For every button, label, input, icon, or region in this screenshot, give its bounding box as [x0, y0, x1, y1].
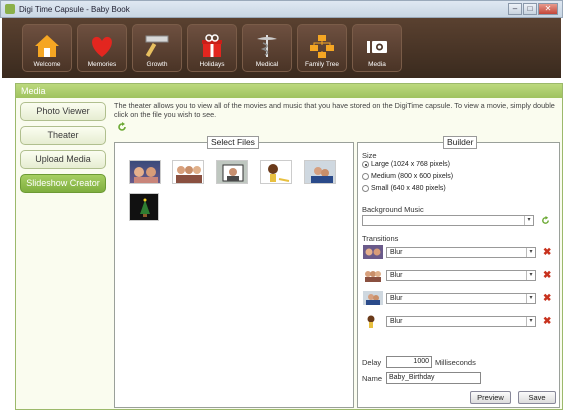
toolbar-label: Holidays [199, 61, 225, 68]
window-titlebar: Digi Time Capsule - Baby Book – □ ✕ [0, 0, 563, 18]
transition-thumbnail [363, 245, 383, 259]
toolbar-label: Growth [146, 61, 168, 68]
caduceus-icon [257, 35, 277, 57]
ruler-icon [145, 35, 169, 58]
sidenav-photo-viewer[interactable]: Photo Viewer [20, 102, 106, 121]
toolbar-welcome[interactable]: Welcome [22, 24, 72, 72]
toolbar-media[interactable]: Media [352, 24, 402, 72]
background-music-select[interactable]: ▾ [362, 215, 534, 226]
app-icon [5, 4, 15, 14]
chevron-down-icon: ▾ [524, 216, 533, 225]
main-toolbar: Welcome Memories Growth Holidays Medical [2, 18, 561, 78]
transition-select[interactable]: Blur ▾ [386, 270, 536, 281]
toolbar-label: Family Tree [305, 61, 339, 68]
media-thumbnail[interactable] [304, 160, 336, 184]
chevron-down-icon: ▾ [526, 271, 535, 280]
delay-label: Delay [362, 358, 382, 367]
transition-thumbnail [363, 314, 383, 328]
transition-thumbnail [363, 291, 383, 305]
delete-icon[interactable]: ✖ [543, 271, 552, 281]
save-button[interactable]: Save [518, 391, 556, 404]
sidenav-theater[interactable]: Theater [20, 126, 106, 145]
radio-dot [362, 185, 369, 192]
refresh-icon[interactable] [541, 216, 550, 225]
preview-button[interactable]: Preview [470, 391, 511, 404]
media-sidenav: Photo Viewer Theater Upload Media Slides… [20, 102, 108, 198]
close-button[interactable]: ✕ [538, 3, 558, 15]
media-thumbnail[interactable] [216, 160, 248, 184]
sidenav-upload-media[interactable]: Upload Media [20, 150, 106, 169]
media-panel: Media Photo Viewer Theater Upload Media … [15, 83, 563, 410]
transition-value: Blur [390, 249, 403, 256]
refresh-icon[interactable] [117, 122, 127, 132]
toolbar-label: Memories [87, 61, 117, 68]
house-icon [35, 35, 59, 57]
toolbar-medical[interactable]: Medical [242, 24, 292, 72]
delete-icon[interactable]: ✖ [543, 317, 552, 327]
toolbar-growth[interactable]: Growth [132, 24, 182, 72]
family-tree-icon [310, 35, 334, 58]
minimize-button[interactable]: – [508, 3, 522, 15]
media-thumbnail[interactable] [129, 193, 159, 221]
transition-select[interactable]: Blur ▾ [386, 293, 536, 304]
toolbar-holidays[interactable]: Holidays [187, 24, 237, 72]
size-label: Size [362, 151, 377, 160]
toolbar-family-tree[interactable]: Family Tree [297, 24, 347, 72]
window-controls: – □ ✕ [508, 3, 558, 15]
transition-value: Blur [390, 295, 403, 302]
transition-select[interactable]: Blur ▾ [386, 247, 536, 258]
delay-input[interactable]: 1000 [386, 356, 432, 368]
toolbar-label: Medical [255, 61, 279, 68]
camera-icon [367, 41, 387, 53]
chevron-down-icon: ▾ [526, 248, 535, 257]
media-thumbnail[interactable] [172, 160, 204, 184]
toolbar-label: Media [368, 61, 386, 68]
toolbar-label: Welcome [33, 61, 61, 68]
radio-dot [362, 173, 369, 180]
maximize-button[interactable]: □ [523, 3, 537, 15]
transition-thumbnail [363, 268, 383, 282]
chevron-down-icon: ▾ [526, 294, 535, 303]
select-files-title: Select Files [207, 136, 259, 149]
radio-label: Medium (800 x 600 pixels) [371, 173, 454, 180]
size-large-radio[interactable]: Large (1024 x 768 pixels) [362, 161, 450, 168]
select-files-box: Select Files [114, 136, 354, 408]
size-medium-radio[interactable]: Medium (800 x 600 pixels) [362, 173, 453, 180]
radio-dot [362, 161, 369, 168]
panel-description: The theater allows you to view all of th… [114, 101, 555, 119]
toolbar-memories[interactable]: Memories [77, 24, 127, 72]
transition-value: Blur [390, 318, 403, 325]
builder-title: Builder [443, 136, 478, 149]
delete-icon[interactable]: ✖ [543, 294, 552, 304]
panel-title: Media [16, 84, 562, 98]
heart-icon [92, 36, 112, 57]
transition-select[interactable]: Blur ▾ [386, 316, 536, 327]
media-thumbnail[interactable] [260, 160, 292, 184]
background-music-label: Background Music [362, 205, 424, 214]
delete-icon[interactable]: ✖ [543, 248, 552, 258]
size-small-radio[interactable]: Small (640 x 480 pixels) [362, 185, 446, 192]
media-thumbnail[interactable] [129, 160, 161, 184]
transitions-label: Transitions [362, 234, 399, 243]
delay-unit: Milliseconds [435, 358, 476, 367]
transition-value: Blur [390, 272, 403, 279]
sidenav-slideshow-creator[interactable]: Slideshow Creator [20, 174, 106, 193]
chevron-down-icon: ▾ [526, 317, 535, 326]
name-label: Name [362, 374, 383, 383]
radio-label: Small (640 x 480 pixels) [371, 185, 446, 192]
radio-label: Large (1024 x 768 pixels) [371, 161, 450, 168]
window-title: Digi Time Capsule - Baby Book [19, 4, 130, 14]
gift-icon [202, 34, 222, 57]
name-input[interactable]: Baby_Birthday [386, 372, 481, 384]
builder-box: Builder Size Large (1024 x 768 pixels) M… [357, 136, 560, 408]
